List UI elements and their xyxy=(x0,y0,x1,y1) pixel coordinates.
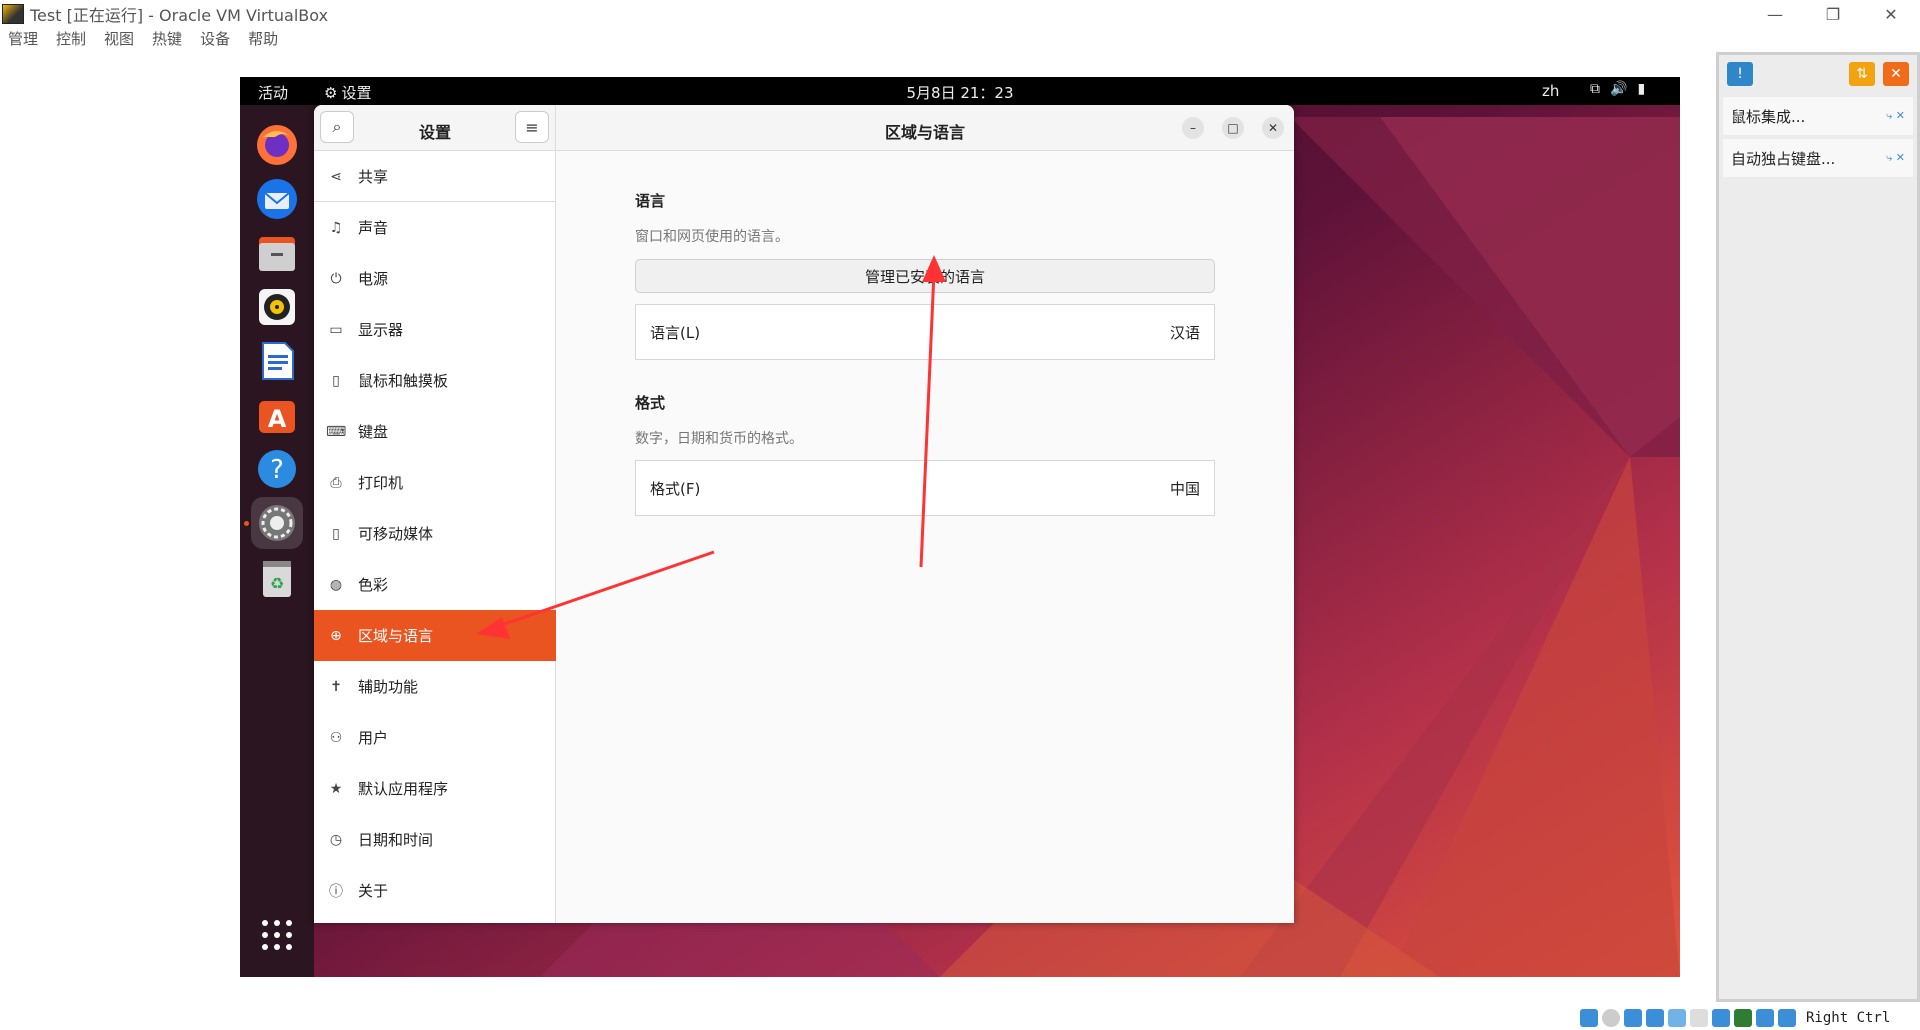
host-menu-bar: 管理 控制 视图 热键 设备 帮助 xyxy=(0,28,278,50)
host-key-label: Right Ctrl xyxy=(1806,1010,1891,1026)
notification-text: 自动独占键盘... xyxy=(1731,149,1836,168)
vbox-status-bar: Right Ctrl xyxy=(1580,1006,1920,1030)
notification-mouse-integration[interactable]: 鼠标集成... ⤷ ✕ xyxy=(1723,97,1913,135)
dismiss-all-icon[interactable]: ✕ xyxy=(1883,62,1909,86)
virtualbox-icon xyxy=(2,4,24,24)
panel-toolbar: ! ⇅ ✕ xyxy=(1719,55,1917,93)
cpu-icon[interactable] xyxy=(1756,1009,1774,1027)
vbox-notification-panel: ! ⇅ ✕ 鼠标集成... ⤷ ✕ 自动独占键盘... ⤷ ✕ xyxy=(1716,52,1920,1002)
menu-hotkey[interactable]: 热键 xyxy=(152,28,182,50)
storage-icon[interactable] xyxy=(1580,1009,1598,1027)
mouse-integration-icon[interactable] xyxy=(1778,1009,1796,1027)
menu-devices[interactable]: 设备 xyxy=(200,28,230,50)
shared-folder-icon[interactable] xyxy=(1690,1009,1708,1027)
arrow-to-region-language xyxy=(476,550,715,639)
optical-drive-icon[interactable] xyxy=(1602,1009,1620,1027)
display-icon[interactable] xyxy=(1712,1009,1730,1027)
sort-icon[interactable]: ⇅ xyxy=(1849,62,1875,86)
menu-view[interactable]: 视图 xyxy=(104,28,134,50)
host-window-controls: — ❐ ✕ xyxy=(1746,0,1920,28)
audio-icon[interactable] xyxy=(1624,1009,1642,1027)
notification-text: 鼠标集成... xyxy=(1731,107,1806,126)
recording-icon[interactable] xyxy=(1734,1009,1752,1027)
notification-actions[interactable]: ⤷ ✕ xyxy=(1886,151,1905,165)
notification-keyboard-capture[interactable]: 自动独占键盘... ⤷ ✕ xyxy=(1723,139,1913,177)
host-title-bar: Test [正在运行] - Oracle VM VirtualBox — ❐ ✕ xyxy=(0,0,1920,28)
host-window-title: Test [正在运行] - Oracle VM VirtualBox xyxy=(30,6,329,25)
notification-actions[interactable]: ⤷ ✕ xyxy=(1886,109,1905,123)
menu-control[interactable]: 控制 xyxy=(56,28,86,50)
vm-screen[interactable]: 活动 ⚙ 设置 5月8日 21：23 zh ⧉ 🔊 ▮ A ? ♻ ⌕ 设置 ≡… xyxy=(240,77,1680,977)
arrow-to-manage-button xyxy=(919,255,946,568)
menu-help[interactable]: 帮助 xyxy=(248,28,278,50)
minimize-icon[interactable]: — xyxy=(1746,0,1804,28)
restore-icon[interactable]: ❐ xyxy=(1804,0,1862,28)
usb-icon[interactable] xyxy=(1668,1009,1686,1027)
menu-manage[interactable]: 管理 xyxy=(8,28,38,50)
close-icon[interactable]: ✕ xyxy=(1862,0,1920,28)
annotation-arrows xyxy=(476,255,946,639)
network-icon[interactable] xyxy=(1646,1009,1664,1027)
notification-icon[interactable]: ! xyxy=(1727,62,1753,86)
